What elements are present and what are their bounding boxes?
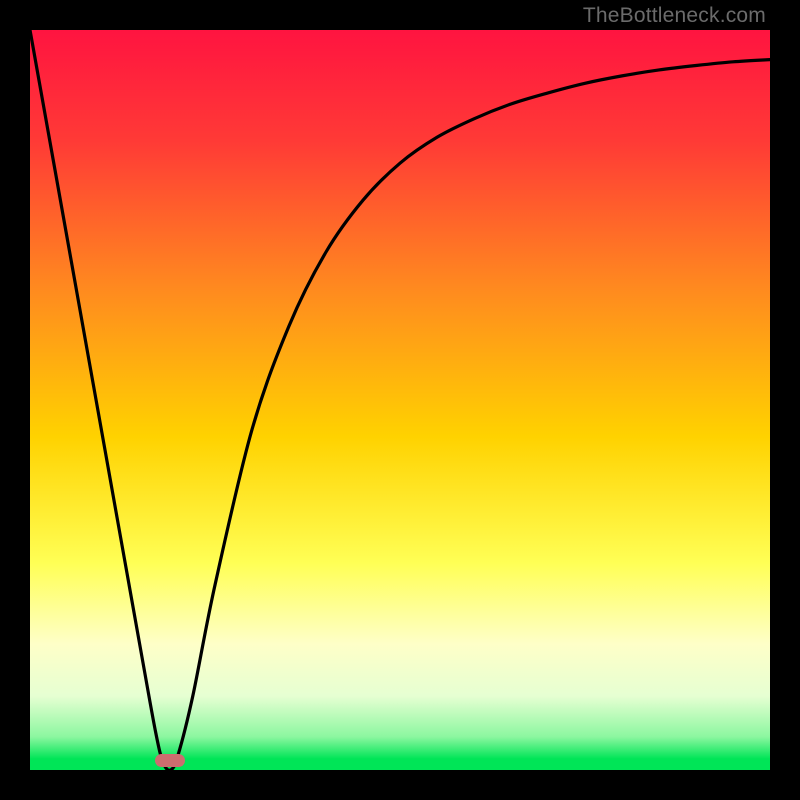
optimal-marker xyxy=(155,754,185,767)
chart-frame xyxy=(30,30,770,770)
bottleneck-curve xyxy=(30,30,770,770)
watermark-text: TheBottleneck.com xyxy=(583,4,766,28)
